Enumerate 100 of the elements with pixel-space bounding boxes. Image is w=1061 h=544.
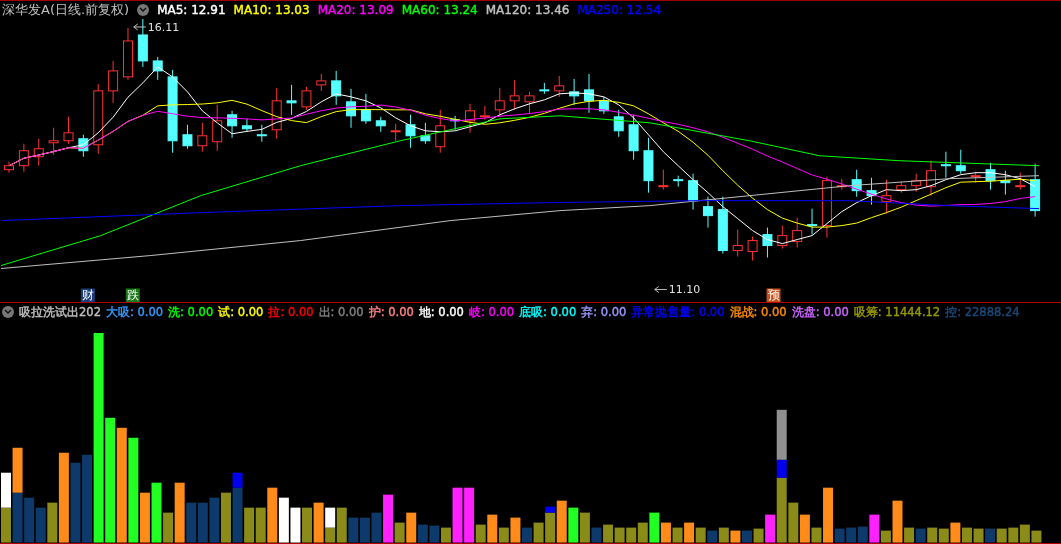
candlestick — [732, 229, 743, 258]
indicator-bar — [1008, 528, 1019, 543]
candlestick — [688, 173, 699, 211]
candlestick — [33, 138, 44, 167]
pointer-arrow-icon — [654, 286, 668, 293]
candlestick — [390, 123, 401, 142]
indicator-bar — [927, 528, 938, 543]
indicator-bar — [568, 508, 579, 543]
dropdown-icon[interactable] — [2, 306, 14, 319]
indicator-bar — [846, 528, 857, 543]
indicator-bar — [707, 531, 718, 543]
candlestick — [584, 73, 594, 114]
chart-title: 深华发A(日线.前复权) — [2, 1, 130, 19]
indicator-bar — [348, 518, 359, 543]
candlestick — [1000, 170, 1011, 196]
dropdown-icon[interactable] — [137, 4, 150, 16]
candlestick — [554, 75, 565, 98]
indicator-bar — [742, 531, 752, 543]
ma-reading: MA10: 13.03 — [233, 3, 310, 17]
candlestick — [227, 110, 238, 139]
indicator-bar — [35, 508, 46, 543]
indicator-reading: 洗: 0.00 — [168, 304, 214, 320]
indicator-reading: 洗盘: 0.00 — [791, 304, 849, 320]
candlestick — [48, 127, 59, 156]
candlestick — [494, 87, 505, 117]
candlestick — [836, 178, 847, 191]
ma-reading: MA250: 12.54 — [577, 3, 662, 17]
candlestick — [465, 103, 475, 134]
candlestick — [658, 169, 669, 191]
indicator-reading: 岐: 0.00 — [468, 304, 515, 320]
indicator-bar — [1, 473, 11, 509]
candlestick — [18, 143, 29, 173]
indicator-bar — [718, 528, 729, 543]
indicator-bar — [221, 493, 231, 543]
indicator-bar — [302, 508, 312, 543]
candlestick — [63, 116, 74, 145]
indicator-reading: 弃: 0.00 — [581, 304, 627, 320]
candlestick — [360, 93, 371, 125]
candlestick — [316, 73, 327, 92]
indicator-bar — [1, 508, 11, 543]
candlestick — [375, 116, 386, 133]
candlestick — [955, 149, 966, 175]
candlestick — [524, 91, 535, 115]
indicator-bar — [290, 508, 301, 543]
indicator-reading: 吸筹: 11444.12 — [853, 304, 941, 320]
indicator-bar — [603, 525, 614, 543]
candlestick — [405, 114, 416, 149]
candlestick — [123, 27, 133, 81]
indicator-bar — [996, 529, 1007, 543]
candlestick — [896, 181, 907, 194]
indicator-bar — [938, 529, 949, 543]
indicator-bar — [695, 528, 706, 543]
ma-reading: MA20: 13.09 — [317, 3, 394, 17]
indicator-bar — [626, 528, 637, 543]
indicator-bar — [915, 529, 926, 543]
candlestick — [509, 79, 520, 111]
indicator-bar — [429, 526, 440, 543]
candlestick — [821, 176, 832, 239]
candlestick — [643, 137, 654, 194]
event-marker: 财 — [80, 288, 95, 303]
candlestick — [93, 83, 104, 155]
indicator-bar — [278, 498, 289, 543]
indicator-bar — [672, 528, 683, 543]
candlestick — [762, 227, 773, 259]
candlestick — [539, 82, 550, 95]
candlestick — [137, 19, 148, 68]
indicator-bar — [12, 448, 23, 494]
indicator-bar — [985, 529, 996, 543]
candlestick — [108, 60, 119, 104]
indicator-name: 吸拉洗试出202 — [19, 304, 101, 320]
indicator-bar — [209, 498, 220, 543]
indicator-bar — [973, 529, 984, 543]
candlestick — [479, 105, 490, 121]
candlestick — [197, 122, 208, 153]
candlestick — [970, 171, 981, 184]
candlestick — [613, 109, 624, 138]
candlestick — [569, 78, 580, 106]
indicator-reading: 大吸: 0.00 — [105, 304, 164, 320]
indicator-bar — [950, 523, 961, 543]
indicator-bar — [684, 523, 695, 543]
pointer-arrow-icon — [133, 23, 147, 31]
indicator-bar — [614, 528, 625, 543]
candlestick — [241, 118, 252, 133]
price-label: 11.10 — [668, 283, 701, 297]
indicator-reading: 地: 0.00 — [418, 304, 464, 320]
candlestick — [435, 109, 446, 154]
ma-reading: MA60: 13.24 — [401, 3, 478, 17]
indicator-reading: 底吸: 0.00 — [519, 304, 577, 320]
indicator-reading: 护: 0.00 — [368, 304, 414, 320]
candlestick — [940, 151, 951, 179]
candlestick — [1030, 163, 1041, 218]
event-marker: 跌 — [125, 288, 140, 303]
candlestick — [271, 87, 282, 140]
candlestick — [4, 161, 14, 174]
candlestick — [598, 96, 609, 115]
candlestick — [212, 104, 223, 152]
price-label: 16.11 — [147, 21, 180, 34]
indicator-bar — [12, 493, 23, 543]
candlestick — [851, 169, 862, 198]
indicator-bar — [359, 518, 370, 543]
